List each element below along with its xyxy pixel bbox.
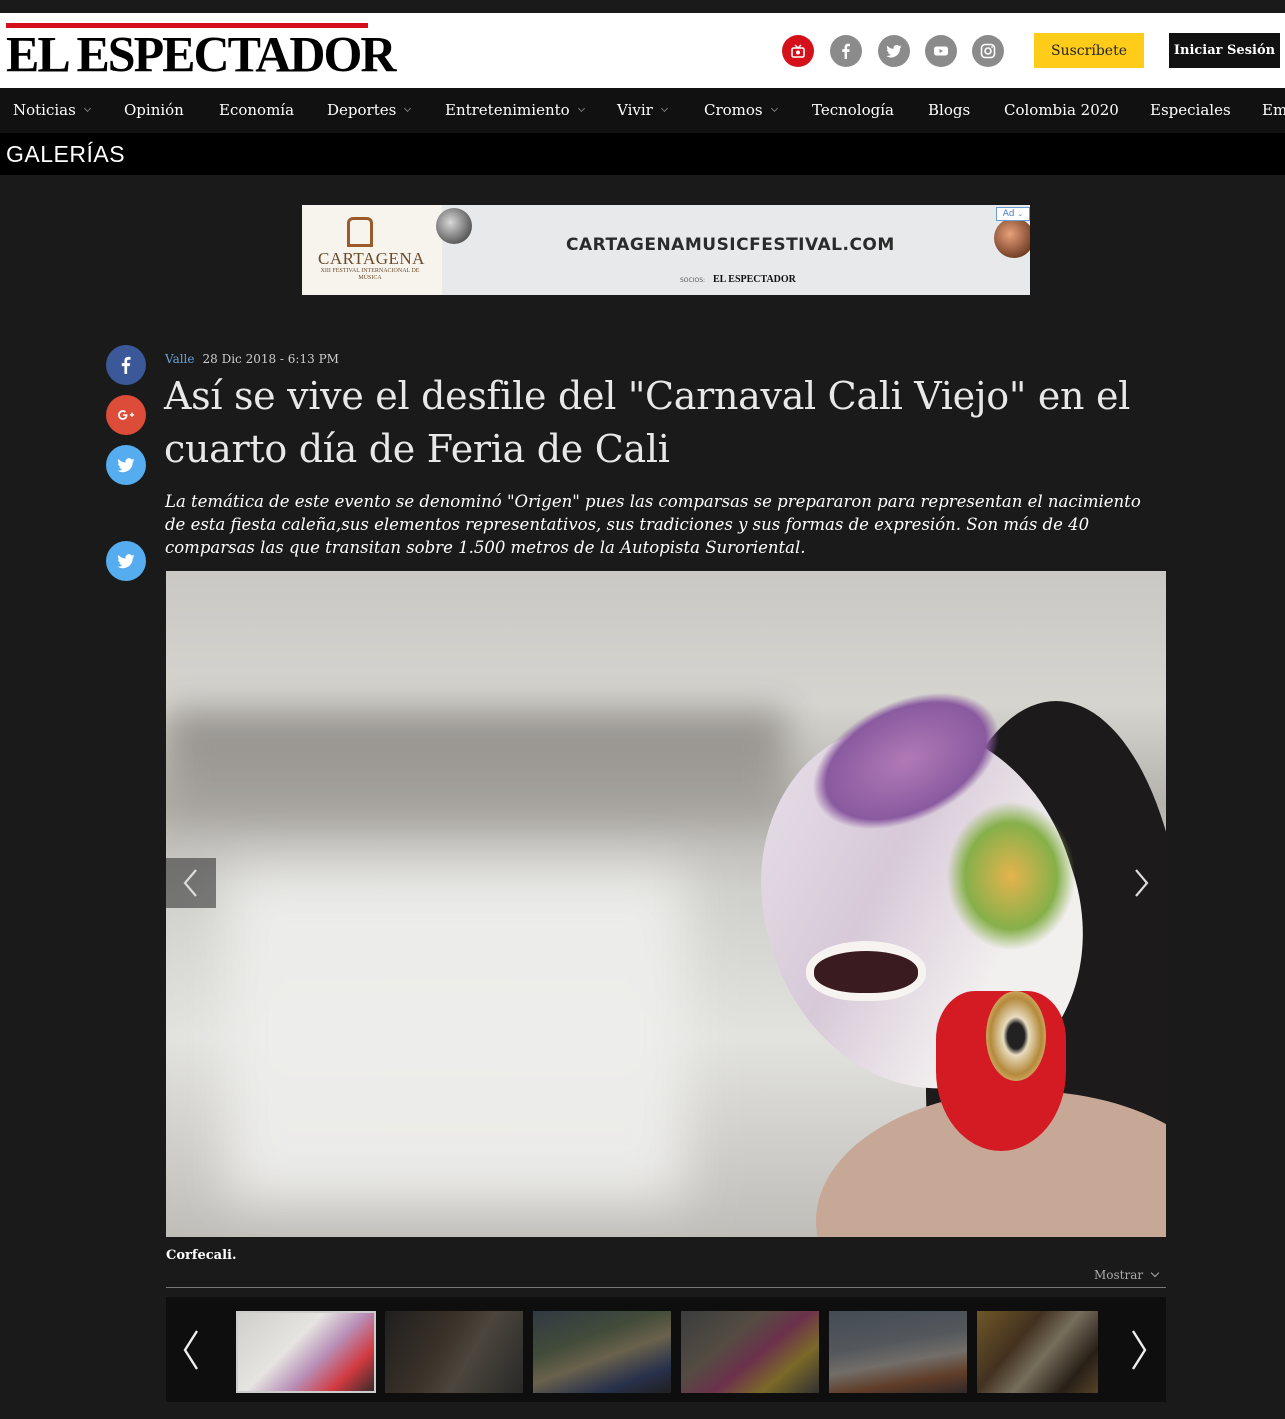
- nav-item-opinion[interactable]: Opinión: [124, 101, 184, 119]
- google-plus-icon: [118, 410, 135, 420]
- thumbnail-6[interactable]: [977, 1311, 1098, 1393]
- instagram-icon[interactable]: [972, 35, 1004, 67]
- chevron-right-icon: [1135, 869, 1149, 897]
- thumbnail-4[interactable]: [681, 1311, 819, 1393]
- nav-item-tecnologia[interactable]: Tecnología: [812, 101, 894, 119]
- nav-item-noticias[interactable]: Noticias: [13, 101, 91, 119]
- share-facebook-button[interactable]: [106, 345, 146, 385]
- chevron-down-icon: [404, 104, 412, 112]
- thumbnail-5[interactable]: [829, 1311, 967, 1393]
- chevron-down-icon: [1150, 1268, 1160, 1277]
- tv-icon[interactable]: [782, 35, 814, 67]
- chevron-down-icon: [770, 104, 778, 112]
- ad-sponsor-logo: EL ESPECTADOR: [713, 274, 796, 285]
- login-button[interactable]: Iniciar Sesión: [1169, 33, 1280, 68]
- top-strip: [0, 0, 1285, 13]
- photo-caption: Corfecali.: [166, 1248, 237, 1263]
- article-date: 28 Dic 2018 - 6:13 PM: [202, 352, 339, 366]
- ad-banner[interactable]: CARTAGENA XIII FESTIVAL INTERNACIONAL DE…: [302, 205, 1030, 295]
- chevron-down-icon: [660, 104, 668, 112]
- twitter-icon[interactable]: [878, 35, 910, 67]
- nav-item-economia[interactable]: Economía: [219, 101, 294, 119]
- caption-divider: [166, 1287, 1166, 1288]
- planet-graphic: [994, 218, 1030, 258]
- twitter-icon: [117, 458, 135, 473]
- nav-item-blogs[interactable]: Blogs: [928, 101, 970, 119]
- share-twitter-button[interactable]: [106, 445, 146, 485]
- music-note-icon: [347, 217, 373, 247]
- moon-graphic: [436, 208, 472, 244]
- chevron-down-icon: [83, 104, 91, 112]
- main-nav: Noticias Opinión Economía Deportes Entre…: [0, 88, 1285, 133]
- twitter-icon: [117, 554, 135, 569]
- article-lede: La temática de este evento se denominó "…: [165, 492, 1141, 557]
- thumbnail-1[interactable]: [236, 1311, 376, 1393]
- nav-item-em[interactable]: Em: [1262, 101, 1285, 119]
- gallery-photo[interactable]: [166, 571, 1166, 1237]
- thumbnail-2[interactable]: [385, 1311, 523, 1393]
- site-logo[interactable]: EL ESPECTADOR: [6, 28, 396, 80]
- ad-brand-panel: CARTAGENA XIII FESTIVAL INTERNACIONAL DE…: [302, 205, 442, 295]
- gallery-next-button[interactable]: [1116, 858, 1166, 908]
- nav-item-colombia-2020[interactable]: Colombia 2020: [1004, 101, 1119, 119]
- chevron-left-icon: [183, 1330, 199, 1370]
- show-caption-toggle[interactable]: Mostrar: [1094, 1268, 1160, 1282]
- nav-item-especiales[interactable]: Especiales: [1150, 101, 1231, 119]
- section-bar: GALERÍAS: [0, 133, 1285, 175]
- nav-item-vivir[interactable]: Vivir: [617, 101, 668, 119]
- ad-choices-badge[interactable]: Ad ⌄: [996, 207, 1030, 221]
- ad-brand-subtitle: XIII FESTIVAL INTERNACIONAL DE MÚSICA: [320, 268, 420, 281]
- youtube-icon[interactable]: [925, 35, 957, 67]
- article-category-link[interactable]: Valle: [165, 352, 195, 366]
- thumbnail-3[interactable]: [533, 1311, 671, 1393]
- article-meta: Valle 28 Dic 2018 - 6:13 PM: [165, 352, 339, 366]
- chevron-down-icon: ⌄: [1017, 210, 1024, 218]
- subscribe-button[interactable]: Suscríbete: [1034, 33, 1144, 68]
- gallery-prev-button[interactable]: [166, 858, 216, 908]
- site-header: EL ESPECTADOR Suscríbete Iniciar Sesión: [0, 13, 1285, 88]
- share-twitter-button-secondary[interactable]: [106, 541, 146, 581]
- section-title[interactable]: GALERÍAS: [6, 141, 125, 168]
- chevron-left-icon: [183, 869, 197, 897]
- chevron-down-icon: [577, 104, 585, 112]
- share-google-plus-button[interactable]: [106, 395, 146, 435]
- thumbnails-next-button[interactable]: [1124, 1325, 1154, 1375]
- ad-brand-name: CARTAGENA: [318, 249, 425, 268]
- facebook-icon[interactable]: [830, 35, 862, 67]
- nav-item-cromos[interactable]: Cromos: [704, 101, 778, 119]
- ad-url: CARTAGENAMUSICFESTIVAL.COM: [566, 235, 895, 255]
- thumbnails-prev-button[interactable]: [176, 1325, 206, 1375]
- nav-item-entretenimiento[interactable]: Entretenimiento: [445, 101, 585, 119]
- article-title: Así se vive el desfile del "Carnaval Cal…: [164, 374, 1131, 471]
- facebook-icon: [121, 356, 131, 374]
- ad-socios-label: SOCIOS:: [680, 277, 706, 284]
- chevron-right-icon: [1131, 1330, 1147, 1370]
- nav-item-deportes[interactable]: Deportes: [327, 101, 412, 119]
